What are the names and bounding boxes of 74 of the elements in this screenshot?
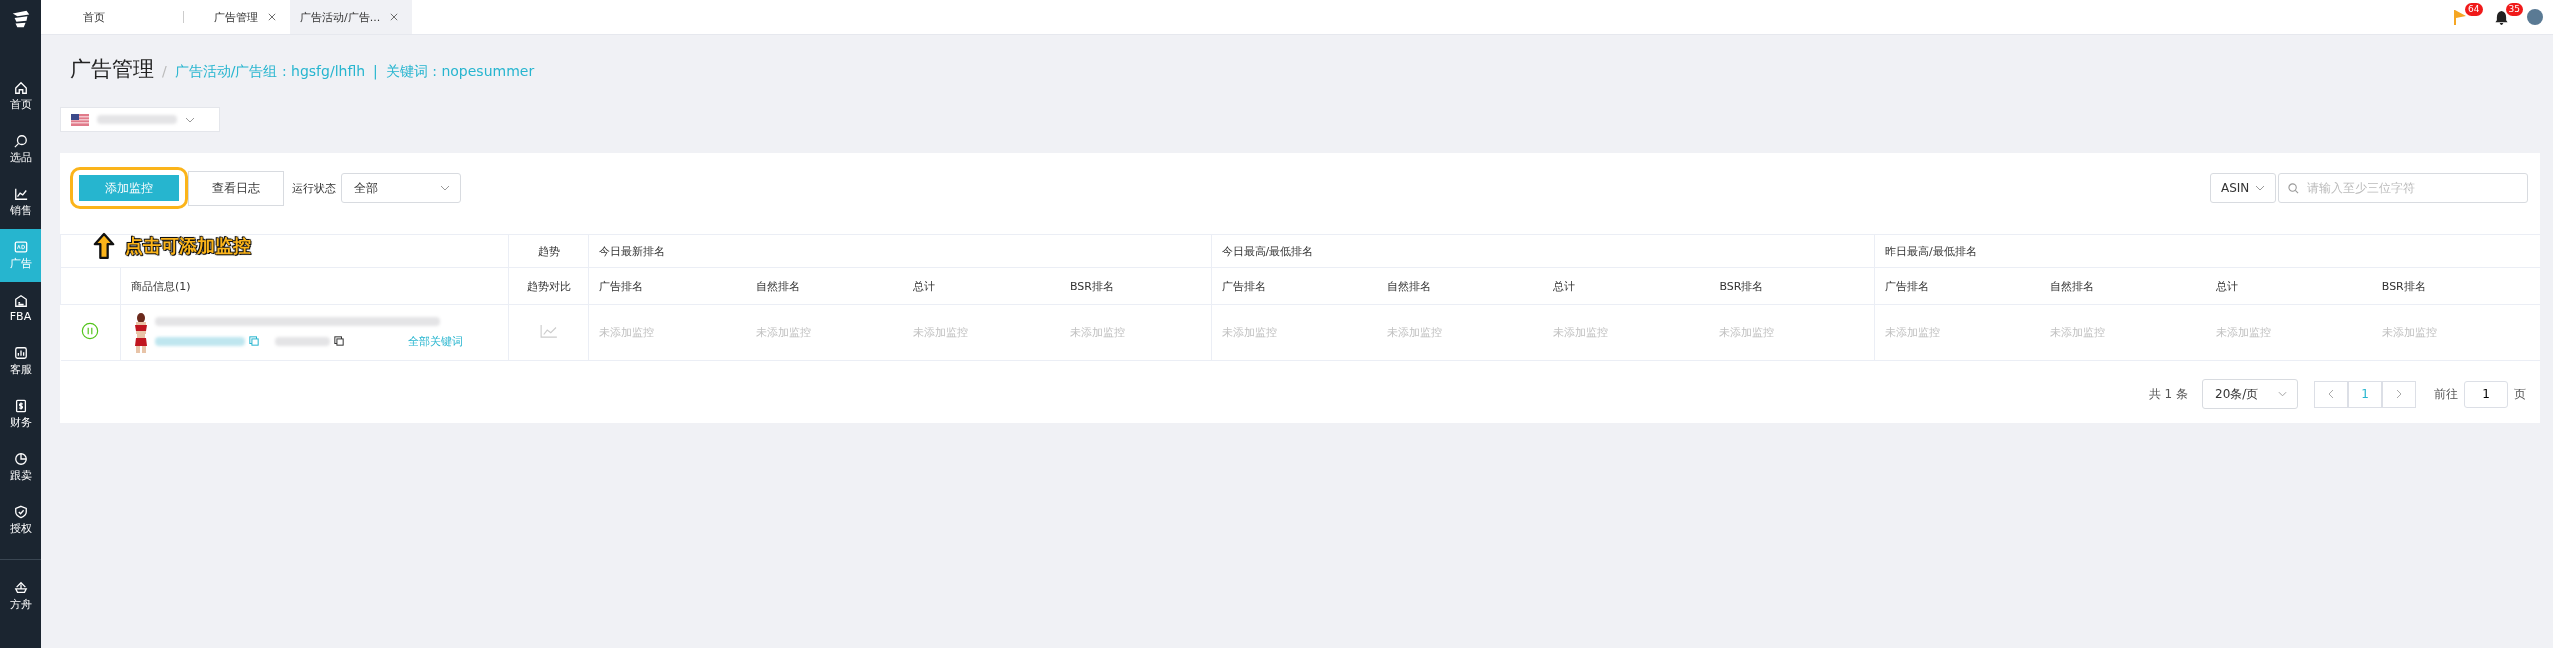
annotation-text: 点击可添加监控 [125,234,251,258]
column-header: 总计 [2205,267,2372,305]
pie-chart-icon [13,452,28,466]
shield-icon [13,505,28,519]
chevron-down-icon [440,185,450,191]
pause-icon[interactable] [81,322,100,340]
chevron-down-icon [2255,185,2265,191]
column-header: BSR排名 [2371,267,2540,305]
chevron-left-icon [2328,389,2334,399]
chevron-down-icon [2278,391,2287,397]
column-header: 自然排名 [1377,267,1544,305]
status-label: 运行状态 [292,180,336,196]
store-selector[interactable] [60,107,220,132]
sidebar-item[interactable]: 跟卖 [0,441,41,494]
sidebar-item[interactable]: 选品 [0,123,41,176]
page-tab[interactable]: 广告管理 [184,0,290,34]
column-header: 广告排名 [1211,267,1378,305]
column-header: 广告排名 [588,267,746,305]
sidebar-item[interactable]: 客服 [0,335,41,388]
page-title: 广告管理 [70,56,154,83]
sidebar-item[interactable]: 财务 [0,388,41,441]
column-header: 趋势对比 [508,267,589,305]
page-tab[interactable]: 首页 [55,0,183,34]
search-field[interactable]: 请输入至少三位字符 [2278,173,2528,203]
column-header: 商品信息(1) [120,267,509,305]
count-badge: 35 [2505,3,2523,16]
column-header: 自然排名 [745,267,903,305]
column-group-header: 今日最高/最低排名 [1211,234,1875,268]
column-group-header: 今日最新排名 [588,234,1212,268]
goto-label: 前往 [2434,385,2458,403]
search-icon [2288,183,2299,194]
column-header: 广告排名 [1874,267,2040,305]
sidebar-item[interactable]: 首页 [0,70,41,123]
total-count: 共 1 条 [2148,385,2188,403]
page-size-select[interactable]: 20条/页 [2202,379,2298,409]
breadcrumb-separator: / [162,63,167,79]
receipt-icon [13,399,28,413]
warehouse-icon [13,294,28,308]
column-header: 自然排名 [2039,267,2206,305]
status-select[interactable]: 全部 [341,173,461,203]
search-icon [13,134,28,148]
close-icon[interactable] [390,13,399,21]
blurred-text [275,336,331,346]
page-tab[interactable]: 广告活动/广告... [290,0,413,34]
column-header: BSR排名 [1060,267,1212,305]
column-header: 总计 [902,267,1060,305]
avatar[interactable] [2527,9,2543,25]
sidebar-item[interactable]: 销售 [0,176,41,229]
line-chart-icon [13,187,28,201]
column-group-header: 昨日最高/最低排名 [1874,234,2540,268]
sidebar-item[interactable]: FBA [0,282,41,335]
search-type-select[interactable]: ASIN [2210,173,2276,203]
sidebar-item[interactable]: 授权 [0,494,41,547]
copy-icon[interactable] [334,336,345,346]
goto-page-field[interactable]: 1 [2464,380,2508,408]
flag-icon [71,113,89,126]
flag-icon [2453,9,2468,25]
column-header: 趋势 [508,234,589,268]
count-badge: 64 [2465,3,2483,16]
sidebar-item[interactable]: 方舟 [0,570,41,623]
ad-icon [13,240,28,254]
chevron-down-icon [185,116,195,123]
column-header: BSR排名 [1709,267,1875,305]
column-header: 总计 [1543,267,1710,305]
page-suffix: 页 [2514,385,2526,403]
close-icon[interactable] [268,13,276,21]
chevron-right-icon [2396,389,2402,399]
arrow-up-icon [93,232,115,260]
boat-icon [13,581,28,595]
home-icon [13,81,28,95]
view-log-button[interactable]: 查看日志 [188,170,284,206]
breadcrumb-divider: | [373,63,378,79]
bell-icon [2494,9,2508,25]
bar-chart-icon [13,346,28,360]
